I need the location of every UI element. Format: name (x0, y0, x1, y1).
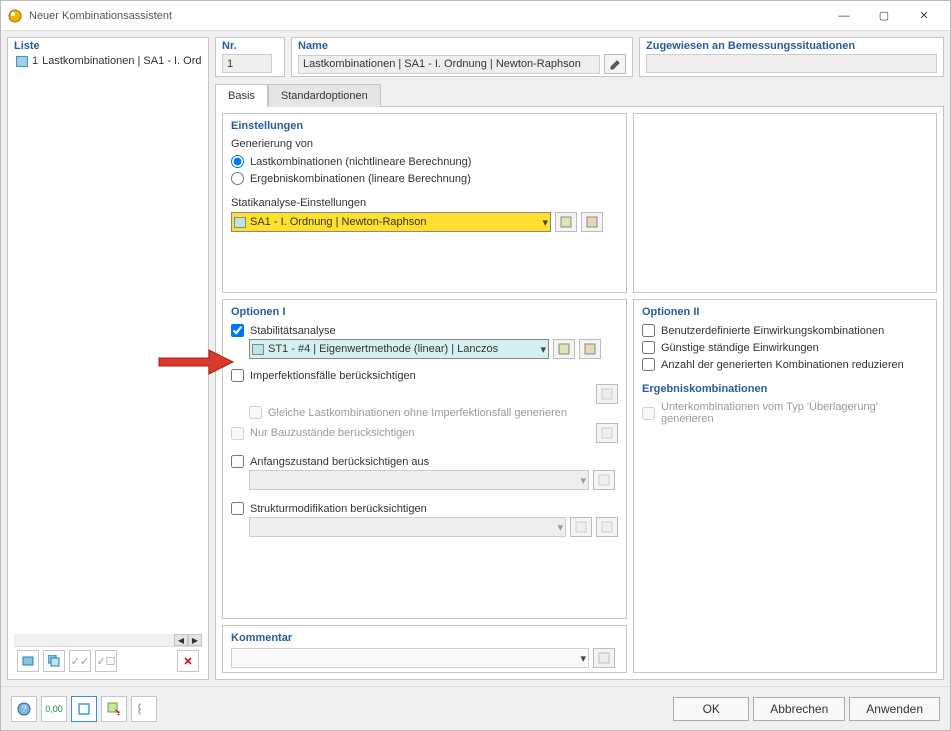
check-nurbau: Nur Bauzustände berücksichtigen (231, 425, 592, 442)
rect-tool-button[interactable] (71, 696, 97, 722)
check-gleiche: Gleiche Lastkombinationen ohne Imperfekt… (249, 404, 618, 421)
radio-lastkombinationen[interactable]: Lastkombinationen (nichtlineare Berechnu… (231, 153, 618, 170)
st-new-button[interactable] (553, 339, 575, 359)
delete-item-button[interactable]: ✕ (177, 650, 199, 672)
tab-bar: Basis Standardoptionen (215, 83, 944, 107)
check-benutzerdef[interactable]: Benutzerdefinierte Einwirkungskombinatio… (642, 322, 928, 339)
st-color-icon (252, 344, 264, 355)
svg-text:?: ? (21, 704, 26, 714)
kommentar-group: Kommentar ▾ (222, 625, 627, 673)
script-button (131, 696, 157, 722)
struktur-select: ▾ (249, 517, 566, 537)
chevron-down-icon: ▾ (542, 216, 548, 229)
optionen2-group: Optionen II Benutzerdefinierte Einwirkun… (633, 299, 937, 673)
app-icon (7, 8, 23, 24)
anfang-select: ▾ (249, 470, 589, 490)
zugewiesen-field[interactable] (646, 54, 937, 73)
sa-new-button[interactable] (555, 212, 577, 232)
tab-standardoptionen[interactable]: Standardoptionen (268, 84, 381, 107)
check-anzahl[interactable]: Anzahl der generierten Kombinationen red… (642, 356, 928, 373)
optionen1-group: Optionen I Stabilitätsanalyse ST1 - #4 |… (222, 299, 627, 619)
anfang-edit-button (593, 470, 615, 490)
kommentar-select[interactable]: ▾ (231, 648, 589, 668)
ok-button[interactable]: OK (673, 697, 749, 721)
scroll-left-icon[interactable]: ◀ (174, 634, 188, 646)
nr-panel: Nr. 1 (215, 37, 285, 77)
struktur-new-button (570, 517, 592, 537)
list-item[interactable]: 1 Lastkombinationen | SA1 - I. Ordnung (14, 54, 202, 68)
list-item-text: Lastkombinationen | SA1 - I. Ordnung (42, 55, 202, 67)
check-anfangszustand[interactable]: Anfangszustand berücksichtigen aus (231, 453, 618, 470)
name-field[interactable]: Lastkombinationen | SA1 - I. Ordnung | N… (298, 55, 600, 74)
units-button[interactable]: 0,00 (41, 696, 67, 722)
select-tool-button[interactable] (101, 696, 127, 722)
minimize-button[interactable]: — (824, 1, 864, 31)
stabilitaet-select[interactable]: ST1 - #4 | Eigenwertmethode (linear) | L… (249, 339, 549, 359)
checklist-button: ✓✓ (69, 650, 91, 672)
color-swatch-icon (16, 56, 28, 67)
check-strukturmod[interactable]: Strukturmodifikation berücksichtigen (231, 500, 618, 517)
top-right-placeholder (633, 113, 937, 293)
einstellungen-group: Einstellungen Generierung von Lastkombin… (222, 113, 627, 293)
nr-field[interactable]: 1 (222, 54, 272, 73)
new-item-button[interactable] (17, 650, 39, 672)
titlebar: Neuer Kombinationsassistent — ▢ ✕ (1, 1, 950, 31)
unchecklist-button: ✓☐ (95, 650, 117, 672)
name-panel: Name Lastkombinationen | SA1 - I. Ordnun… (291, 37, 633, 77)
h-scrollbar[interactable]: ◀ ▶ (14, 634, 202, 646)
statikanalyse-select[interactable]: SA1 - I. Ordnung | Newton-Raphson ▾ (231, 212, 551, 232)
close-button[interactable]: ✕ (904, 1, 944, 31)
nurbau-btn (596, 423, 618, 443)
zugewiesen-panel: Zugewiesen an Bemessungssituationen (639, 37, 944, 77)
scroll-right-icon[interactable]: ▶ (188, 634, 202, 646)
liste-toolbar: ✓✓ ✓☐ ✕ (14, 646, 202, 675)
sa-color-icon (234, 217, 246, 228)
check-unterkombinationen: Unterkombinationen vom Typ 'Überlagerung… (642, 399, 928, 427)
name-edit-button[interactable] (604, 54, 626, 74)
maximize-button[interactable]: ▢ (864, 1, 904, 31)
check-imperfektion[interactable]: Imperfektionsfälle berücksichtigen (231, 367, 618, 384)
anwenden-button[interactable]: Anwenden (849, 697, 940, 721)
list-item-num: 1 (32, 55, 38, 67)
check-stabilitaet[interactable]: Stabilitätsanalyse (231, 322, 618, 339)
help-button[interactable]: ? (11, 696, 37, 722)
check-guenstig[interactable]: Günstige ständige Einwirkungen (642, 339, 928, 356)
liste-panel: Liste 1 Lastkombinationen | SA1 - I. Ord… (7, 37, 209, 680)
st-edit-button[interactable] (579, 339, 601, 359)
liste-title: Liste (14, 40, 202, 52)
tab-basis[interactable]: Basis (215, 84, 268, 107)
struktur-edit-button (596, 517, 618, 537)
footer: ? 0,00 OK Abbrechen Anwenden (1, 686, 950, 730)
sa-edit-button[interactable] (581, 212, 603, 232)
radio-ergebniskombinationen[interactable]: Ergebniskombinationen (lineare Berechnun… (231, 170, 618, 187)
chevron-down-icon: ▾ (540, 343, 546, 356)
kommentar-button[interactable] (593, 648, 615, 668)
imperf-edit-button (596, 384, 618, 404)
abbrechen-button[interactable]: Abbrechen (753, 697, 845, 721)
copy-item-button[interactable] (43, 650, 65, 672)
window-title: Neuer Kombinationsassistent (29, 10, 172, 22)
